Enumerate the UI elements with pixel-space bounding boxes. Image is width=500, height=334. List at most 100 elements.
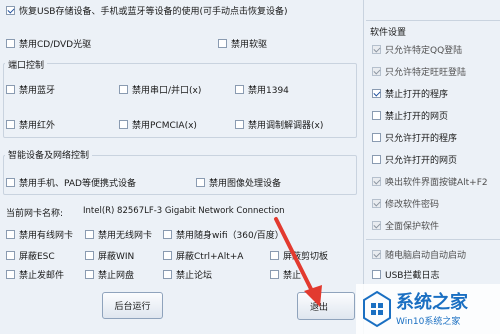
smart-devices-title: 智能设备及网络控制 [5,148,93,161]
setting-allowed-programs-label: 只允许打开的程序 [385,133,458,144]
bluetooth-checkbox[interactable] [6,85,15,94]
block-netdisk-label: 禁止网盘 [98,271,135,281]
ieee1394-label: 禁用1394 [248,86,289,96]
red-arrow-icon [274,217,322,307]
disable-floppy-option[interactable]: 禁用软驱 [218,37,267,50]
block-email-label: 禁止发邮件 [19,271,65,281]
setting-full-protection[interactable]: 全面保护软件 [372,214,500,236]
wired-nic-checkbox[interactable] [6,230,15,239]
block-email-checkbox[interactable] [6,270,15,279]
bluetooth-label: 禁用蓝牙 [19,86,56,96]
setting-allowed-programs-checkbox[interactable] [372,132,381,142]
block-ctrl-alt-a-label: 屏蔽Ctrl+Alt+A [176,252,244,262]
infrared-label: 禁用红外 [19,121,56,131]
disable-cd-option[interactable]: 禁用CD/DVD光驱 [6,37,91,50]
net-wireless-option[interactable]: 禁用无线网卡 [85,228,152,241]
setting-qq-checkbox[interactable] [372,44,381,54]
nic-value: Intel(R) 82567LF-3 Gigabit Network Conne… [83,206,285,216]
setting-wangwang-label: 只允许特定旺旺登陆 [385,67,467,78]
net-wired-option[interactable]: 禁用有线网卡 [6,228,73,241]
setting-blocked-programs-checkbox[interactable] [372,88,381,98]
restore-usb-checkbox[interactable] [6,6,15,15]
net-mobile-wifi-option[interactable]: 禁用随身wifi（360/百度） [163,228,284,241]
disable-floppy-checkbox[interactable] [218,39,227,48]
setting-full-protection-label: 全面保护软件 [385,221,440,232]
setting-hotkey-label: 唤出软件界面按键Alt+F2 [385,177,488,188]
setting-blocked-pages-checkbox[interactable] [372,110,381,120]
block-ctrl-alt-a-checkbox[interactable] [163,251,172,260]
settings-list: 只允许特定QQ登陆 只允许特定旺旺登陆 禁止打开的程序 禁止打开的网页 只允许打… [372,38,500,236]
block-email-option[interactable]: 禁止发邮件 [6,268,64,281]
wired-nic-label: 禁用有线网卡 [19,231,74,241]
block-ctrl-alt-a-option[interactable]: 屏蔽Ctrl+Alt+A [163,249,243,262]
setting-qq-login[interactable]: 只允许特定QQ登陆 [372,38,500,60]
setting-allowed-pages-checkbox[interactable] [372,154,381,164]
setting-full-protection-checkbox[interactable] [372,220,381,230]
smart-item-imaging[interactable]: 禁用图像处理设备 [196,176,281,189]
block-esc-checkbox[interactable] [6,251,15,260]
watermark-brand: 系统之家 [396,292,468,313]
setting-blocked-pages-label: 禁止打开的网页 [385,111,449,122]
block-forum-label: 禁止论坛 [176,271,213,281]
port-item-serial[interactable]: 禁用串口/并口(x) [119,83,201,96]
background-run-button[interactable]: 后台运行 [102,292,163,319]
setting-autostart[interactable]: 随电脑启动自动启动 [372,248,466,261]
disable-cd-checkbox[interactable] [6,39,15,48]
port-item-infrared[interactable]: 禁用红外 [6,118,55,131]
nic-label: 当前网卡名称: [6,209,64,219]
setting-change-password-checkbox[interactable] [372,198,381,208]
settings-mid-line [366,239,500,240]
port-control-title: 端口控制 [5,58,48,71]
modem-checkbox[interactable] [235,120,244,129]
setting-change-password[interactable]: 修改软件密码 [372,192,500,214]
port-item-bluetooth[interactable]: 禁用蓝牙 [6,83,55,96]
wireless-nic-label: 禁用无线网卡 [98,231,153,241]
setting-autostart-checkbox[interactable] [372,250,381,259]
port-item-pcmcia[interactable]: 禁用PCMCIA(x) [119,118,197,131]
port-item-modem[interactable]: 禁用调制解调器(x) [235,118,323,131]
mobile-label: 禁用手机、PAD等便携式设备 [19,179,136,189]
setting-wangwang-checkbox[interactable] [372,66,381,76]
ieee1394-checkbox[interactable] [235,85,244,94]
setting-blocked-pages[interactable]: 禁止打开的网页 [372,104,500,126]
restore-usb-option[interactable]: 恢复USB存储设备、手机或蓝牙等设备的使用(可手动点击恢复设备) [6,4,288,17]
setting-usb-log-checkbox[interactable] [372,270,381,279]
mobile-wifi-checkbox[interactable] [163,230,172,239]
port-item-1394[interactable]: 禁用1394 [235,83,289,96]
mobile-checkbox[interactable] [6,178,15,187]
serial-checkbox[interactable] [119,85,128,94]
setting-hotkey[interactable]: 唤出软件界面按键Alt+F2 [372,170,500,192]
imaging-label: 禁用图像处理设备 [209,179,282,189]
block-win-checkbox[interactable] [85,251,94,260]
imaging-checkbox[interactable] [196,178,205,187]
background-run-label: 后台运行 [114,302,151,312]
modem-label: 禁用调制解调器(x) [248,121,324,131]
setting-allowed-programs[interactable]: 只允许打开的程序 [372,126,500,148]
setting-usb-log-label: USB拦截日志 [385,271,440,281]
serial-label: 禁用串口/并口(x) [132,86,202,96]
setting-hotkey-checkbox[interactable] [372,176,381,186]
infrared-checkbox[interactable] [6,120,15,129]
setting-blocked-programs[interactable]: 禁止打开的程序 [372,82,500,104]
smart-item-mobile[interactable]: 禁用手机、PAD等便携式设备 [6,176,136,189]
disable-cd-label: 禁用CD/DVD光驱 [19,40,92,50]
block-esc-option[interactable]: 屏蔽ESC [6,249,55,262]
settings-top-line [366,20,500,21]
block-forum-option[interactable]: 禁止论坛 [163,268,212,281]
block-win-option[interactable]: 屏蔽WIN [85,249,134,262]
block-forum-checkbox[interactable] [163,270,172,279]
wireless-nic-checkbox[interactable] [85,230,94,239]
restore-usb-label: 恢复USB存储设备、手机或蓝牙等设备的使用(可手动点击恢复设备) [19,7,288,17]
pcmcia-label: 禁用PCMCIA(x) [132,121,197,131]
settings-title: 软件设置 [370,28,407,38]
block-netdisk-checkbox[interactable] [85,270,94,279]
windows-logo-icon [363,290,391,328]
setting-wangwang-login[interactable]: 只允许特定旺旺登陆 [372,60,500,82]
pcmcia-checkbox[interactable] [119,120,128,129]
setting-allowed-pages[interactable]: 只允许打开的网页 [372,148,500,170]
watermark-url: Win10系统之家 [396,317,461,327]
block-win-label: 屏蔽WIN [98,252,135,262]
smart-devices-group [3,155,357,195]
block-netdisk-option[interactable]: 禁止网盘 [85,268,134,281]
setting-usb-log[interactable]: USB拦截日志 [372,268,439,281]
